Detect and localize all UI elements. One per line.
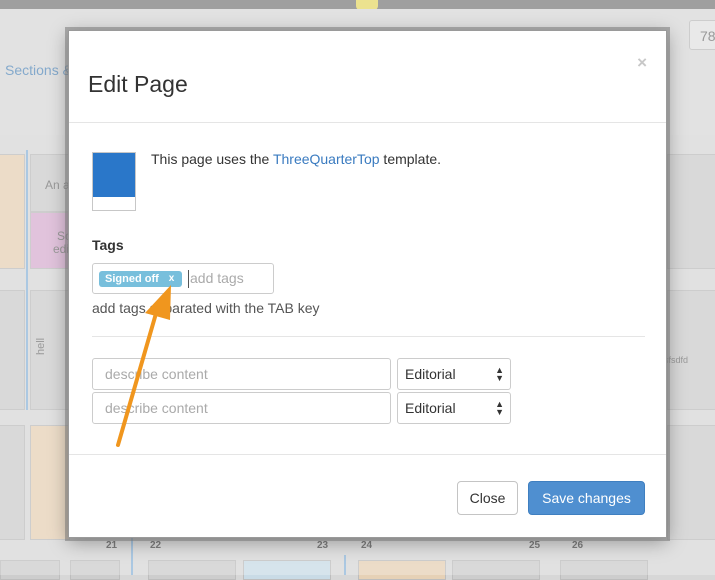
tags-label: Tags: [92, 237, 124, 253]
template-prefix: This page uses the: [151, 151, 273, 167]
modal-title: Edit Page: [88, 71, 188, 97]
template-suffix: template.: [379, 151, 442, 167]
select-arrows-icon: ▲ ▼: [495, 399, 504, 417]
section-select[interactable]: Editorial ▲ ▼: [397, 358, 511, 390]
edit-page-modal: Edit Page × This page uses the ThreeQuar…: [68, 30, 667, 538]
divider: [92, 336, 645, 337]
save-changes-button[interactable]: Save changes: [528, 481, 645, 515]
section-select-value: Editorial: [405, 400, 456, 416]
template-thumbnail-fill: [93, 153, 135, 197]
close-button[interactable]: Close: [457, 481, 518, 515]
select-arrows-icon: ▲ ▼: [495, 365, 504, 383]
add-tags-placeholder[interactable]: add tags: [190, 270, 244, 286]
section-select[interactable]: Editorial ▲ ▼: [397, 392, 511, 424]
describe-content-input[interactable]: describe content: [92, 358, 391, 390]
tag-chip: Signed off x: [99, 271, 183, 287]
template-link[interactable]: ThreeQuarterTop: [273, 151, 380, 167]
close-icon[interactable]: ×: [637, 53, 647, 73]
template-thumbnail: [92, 152, 136, 211]
text-cursor: [188, 270, 189, 288]
tags-help-text: add tags separated with the TAB key: [92, 300, 320, 316]
tags-input[interactable]: Signed off x add tags: [92, 263, 274, 294]
modal-header: Edit Page ×: [69, 31, 666, 123]
describe-content-input[interactable]: describe content: [92, 392, 391, 424]
tag-chip-label: Signed off: [105, 273, 159, 285]
tag-remove-button[interactable]: x: [169, 271, 175, 287]
section-select-value: Editorial: [405, 366, 456, 382]
template-description: This page uses the ThreeQuarterTop templ…: [151, 151, 441, 167]
modal-footer-divider: [69, 454, 666, 455]
